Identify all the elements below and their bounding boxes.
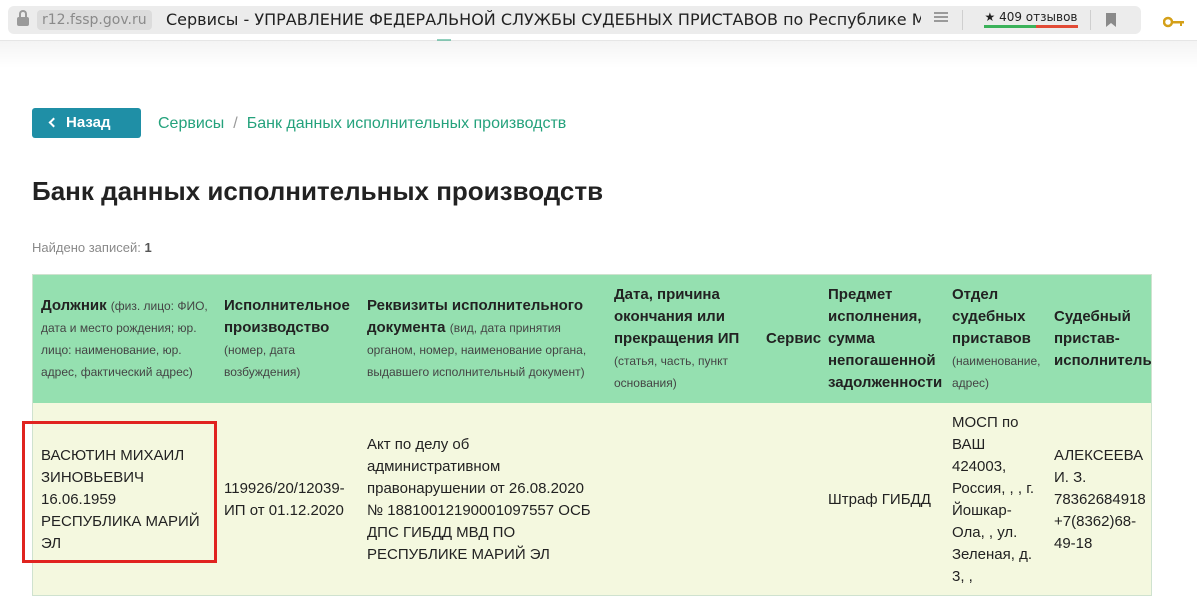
records-count: Найдено записей: 1 (32, 240, 152, 255)
breadcrumb: Сервисы / Банк данных исполнительных произ… (158, 114, 566, 134)
cell-document: Акт по делу об административном правонар… (367, 436, 591, 563)
records-number: 1 (144, 240, 152, 255)
reviews-badge[interactable]: ★ 409 отзывов (982, 8, 1080, 32)
reviews-label: ★ 409 отзывов (984, 10, 1078, 24)
chevron-left-icon (48, 117, 59, 128)
lock-icon (17, 10, 29, 26)
toolbar-divider (1090, 10, 1091, 30)
page-top-strip (0, 39, 1197, 68)
header-bailiff: Судебный пристав-исполнитель (1054, 308, 1152, 369)
cell-service (758, 403, 820, 595)
page-title: Банк данных исполнительных производств (32, 176, 604, 206)
breadcrumb-databank[interactable]: Банк данных исполнительных производств (247, 115, 567, 132)
reader-mode-icon[interactable] (934, 12, 948, 26)
back-button[interactable]: Назад (32, 108, 141, 138)
header-end-reason: Дата, причина окончания или прекращения … (614, 286, 740, 390)
records-label: Найдено записей: (32, 240, 141, 255)
browser-toolbar: r12.fssp.gov.ru Сервисы - УПРАВЛЕНИЕ ФЕД… (0, 0, 1197, 40)
header-subject: Предмет исполнения, сумма непогашенной з… (828, 286, 943, 391)
header-service: Сервис (766, 330, 822, 347)
debtor-highlight-frame (22, 421, 217, 563)
cell-subject: Штраф ГИБДД (828, 491, 931, 508)
key-icon[interactable] (1162, 13, 1185, 28)
header-proceeding: Исполнительное производство (номер, дата … (224, 297, 350, 379)
bookmark-icon[interactable] (1105, 12, 1117, 28)
toolbar-divider (962, 10, 963, 30)
header-document: Реквизиты исполнительного документа (вид… (367, 297, 587, 379)
breadcrumb-separator: / (233, 115, 238, 132)
url-domain[interactable]: r12.fssp.gov.ru (37, 10, 152, 30)
table-header-row: Должник (физ. лицо: ФИО, дата и место ро… (33, 275, 1152, 403)
cell-department: МОСП по ВАШ 424003, Россия, , , г. Йошка… (952, 414, 1035, 585)
header-department: Отдел судебных приставов (наименование, а… (952, 286, 1041, 390)
cell-bailiff: АЛЕКСЕЕВА И. З. 78362684918 +7(8362)68-4… (1054, 447, 1146, 552)
cell-proceeding: 119926/20/12039-ИП от 01.12.2020 (224, 480, 345, 519)
back-button-label: Назад (66, 114, 111, 131)
cell-end-reason (606, 403, 758, 595)
header-debtor: Должник (физ. лицо: ФИО, дата и место ро… (41, 297, 208, 379)
breadcrumb-services[interactable]: Сервисы (158, 115, 224, 132)
browser-page-title: Сервисы - УПРАВЛЕНИЕ ФЕДЕРАЛЬНОЙ СЛУЖБЫ … (166, 10, 921, 29)
